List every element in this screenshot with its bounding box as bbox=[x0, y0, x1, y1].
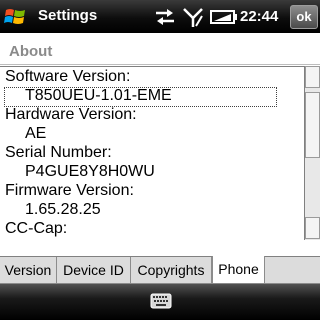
serial-number-value[interactable]: P4GUE8Y8H0WU bbox=[25, 163, 155, 181]
scrollbar[interactable] bbox=[304, 66, 320, 240]
signal-icon[interactable] bbox=[182, 6, 204, 28]
tab-device-id[interactable]: Device ID bbox=[57, 257, 131, 284]
firmware-version-label: Firmware Version: bbox=[5, 182, 134, 199]
scroll-thumb[interactable] bbox=[305, 92, 320, 158]
cc-cap-label: CC-Cap: bbox=[5, 220, 68, 237]
sync-arrows-icon[interactable] bbox=[154, 7, 176, 27]
software-version-value[interactable]: T850UEU-1.01-EME bbox=[25, 87, 172, 105]
window-title: Settings bbox=[38, 7, 98, 24]
scroll-up-button[interactable] bbox=[305, 66, 320, 88]
windows-start-icon[interactable] bbox=[3, 5, 29, 29]
tab-version[interactable]: Version bbox=[0, 257, 57, 284]
firmware-version-value[interactable]: 1.65.28.25 bbox=[25, 201, 101, 219]
clock[interactable]: 22:44 bbox=[240, 8, 278, 25]
software-version-label: Software Version: bbox=[5, 68, 131, 85]
tab-strip-filler bbox=[265, 257, 320, 284]
scroll-down-button[interactable] bbox=[305, 217, 320, 239]
hardware-version-value[interactable]: AE bbox=[25, 125, 46, 143]
tab-strip: Version Device ID Copyrights Phone bbox=[0, 240, 320, 284]
title-bar: Settings 22:44 ok bbox=[0, 0, 320, 33]
hardware-version-label: Hardware Version: bbox=[5, 106, 137, 123]
battery-icon[interactable] bbox=[210, 9, 238, 25]
info-list[interactable]: Software Version: T850UEU-1.01-EME Hardw… bbox=[0, 66, 305, 241]
header-divider bbox=[0, 64, 320, 65]
keyboard-icon[interactable] bbox=[150, 293, 172, 309]
serial-number-label: Serial Number: bbox=[5, 144, 112, 161]
tab-phone[interactable]: Phone bbox=[212, 256, 265, 284]
page-header: About bbox=[0, 33, 320, 66]
ok-button[interactable]: ok bbox=[290, 5, 318, 29]
softkey-bar bbox=[0, 284, 320, 320]
page-title: About bbox=[9, 43, 53, 60]
tab-copyrights[interactable]: Copyrights bbox=[131, 257, 212, 284]
